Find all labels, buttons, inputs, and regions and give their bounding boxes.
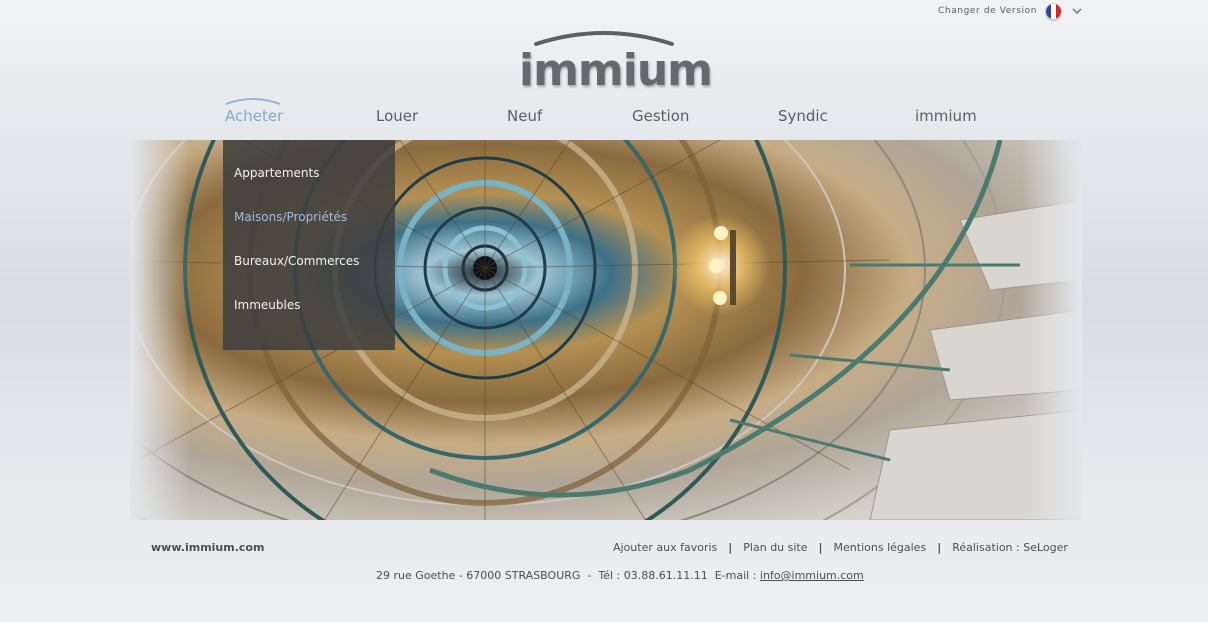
footer-link-realisation[interactable]: Réalisation : SeLoger [952,541,1068,554]
dropdown-item-maisons[interactable]: Maisons/Propriétés [234,210,347,224]
footer-email-link[interactable]: info@immium.com [760,569,864,582]
dropdown-item-appartements[interactable]: Appartements [234,166,319,180]
footer-address: 29 rue Goethe - 67000 STRASBOURG - Tél :… [376,569,864,582]
nav-immium[interactable]: immium [915,107,977,125]
footer-separator: | [818,541,823,554]
footer-links: Ajouter aux favoris | Plan du site | Men… [613,541,1068,554]
footer-separator: | [728,541,733,554]
chevron-down-icon[interactable] [1072,6,1082,16]
nav-acheter[interactable]: Acheter [225,107,283,125]
footer-site-url[interactable]: www.immium.com [151,541,264,554]
nav-gestion[interactable]: Gestion [632,107,689,125]
active-nav-arc [225,98,281,105]
acheter-dropdown: Appartements Maisons/Propriétés Bureaux/… [223,140,395,350]
nav-neuf[interactable]: Neuf [507,107,542,125]
footer-separator: | [937,541,942,554]
france-flag-icon[interactable] [1045,2,1063,20]
footer-link-mentions[interactable]: Mentions légales [834,541,927,554]
dropdown-item-bureaux[interactable]: Bureaux/Commerces [234,254,359,268]
footer-address-text: 29 rue Goethe - 67000 STRASBOURG - Tél :… [376,569,760,582]
nav-syndic[interactable]: Syndic [778,107,828,125]
version-switcher[interactable]: Changer de Version [938,2,1082,20]
dropdown-item-immeubles[interactable]: Immeubles [234,298,301,312]
main-nav: Acheter Louer Neuf Gestion Syndic immium [0,98,1208,136]
footer-link-favoris[interactable]: Ajouter aux favoris [613,541,717,554]
logo-text: immium [519,45,713,96]
version-label[interactable]: Changer de Version [938,6,1037,16]
site-logo[interactable]: immium [516,24,713,96]
footer-link-plan-du-site[interactable]: Plan du site [743,541,807,554]
nav-louer[interactable]: Louer [376,107,418,125]
